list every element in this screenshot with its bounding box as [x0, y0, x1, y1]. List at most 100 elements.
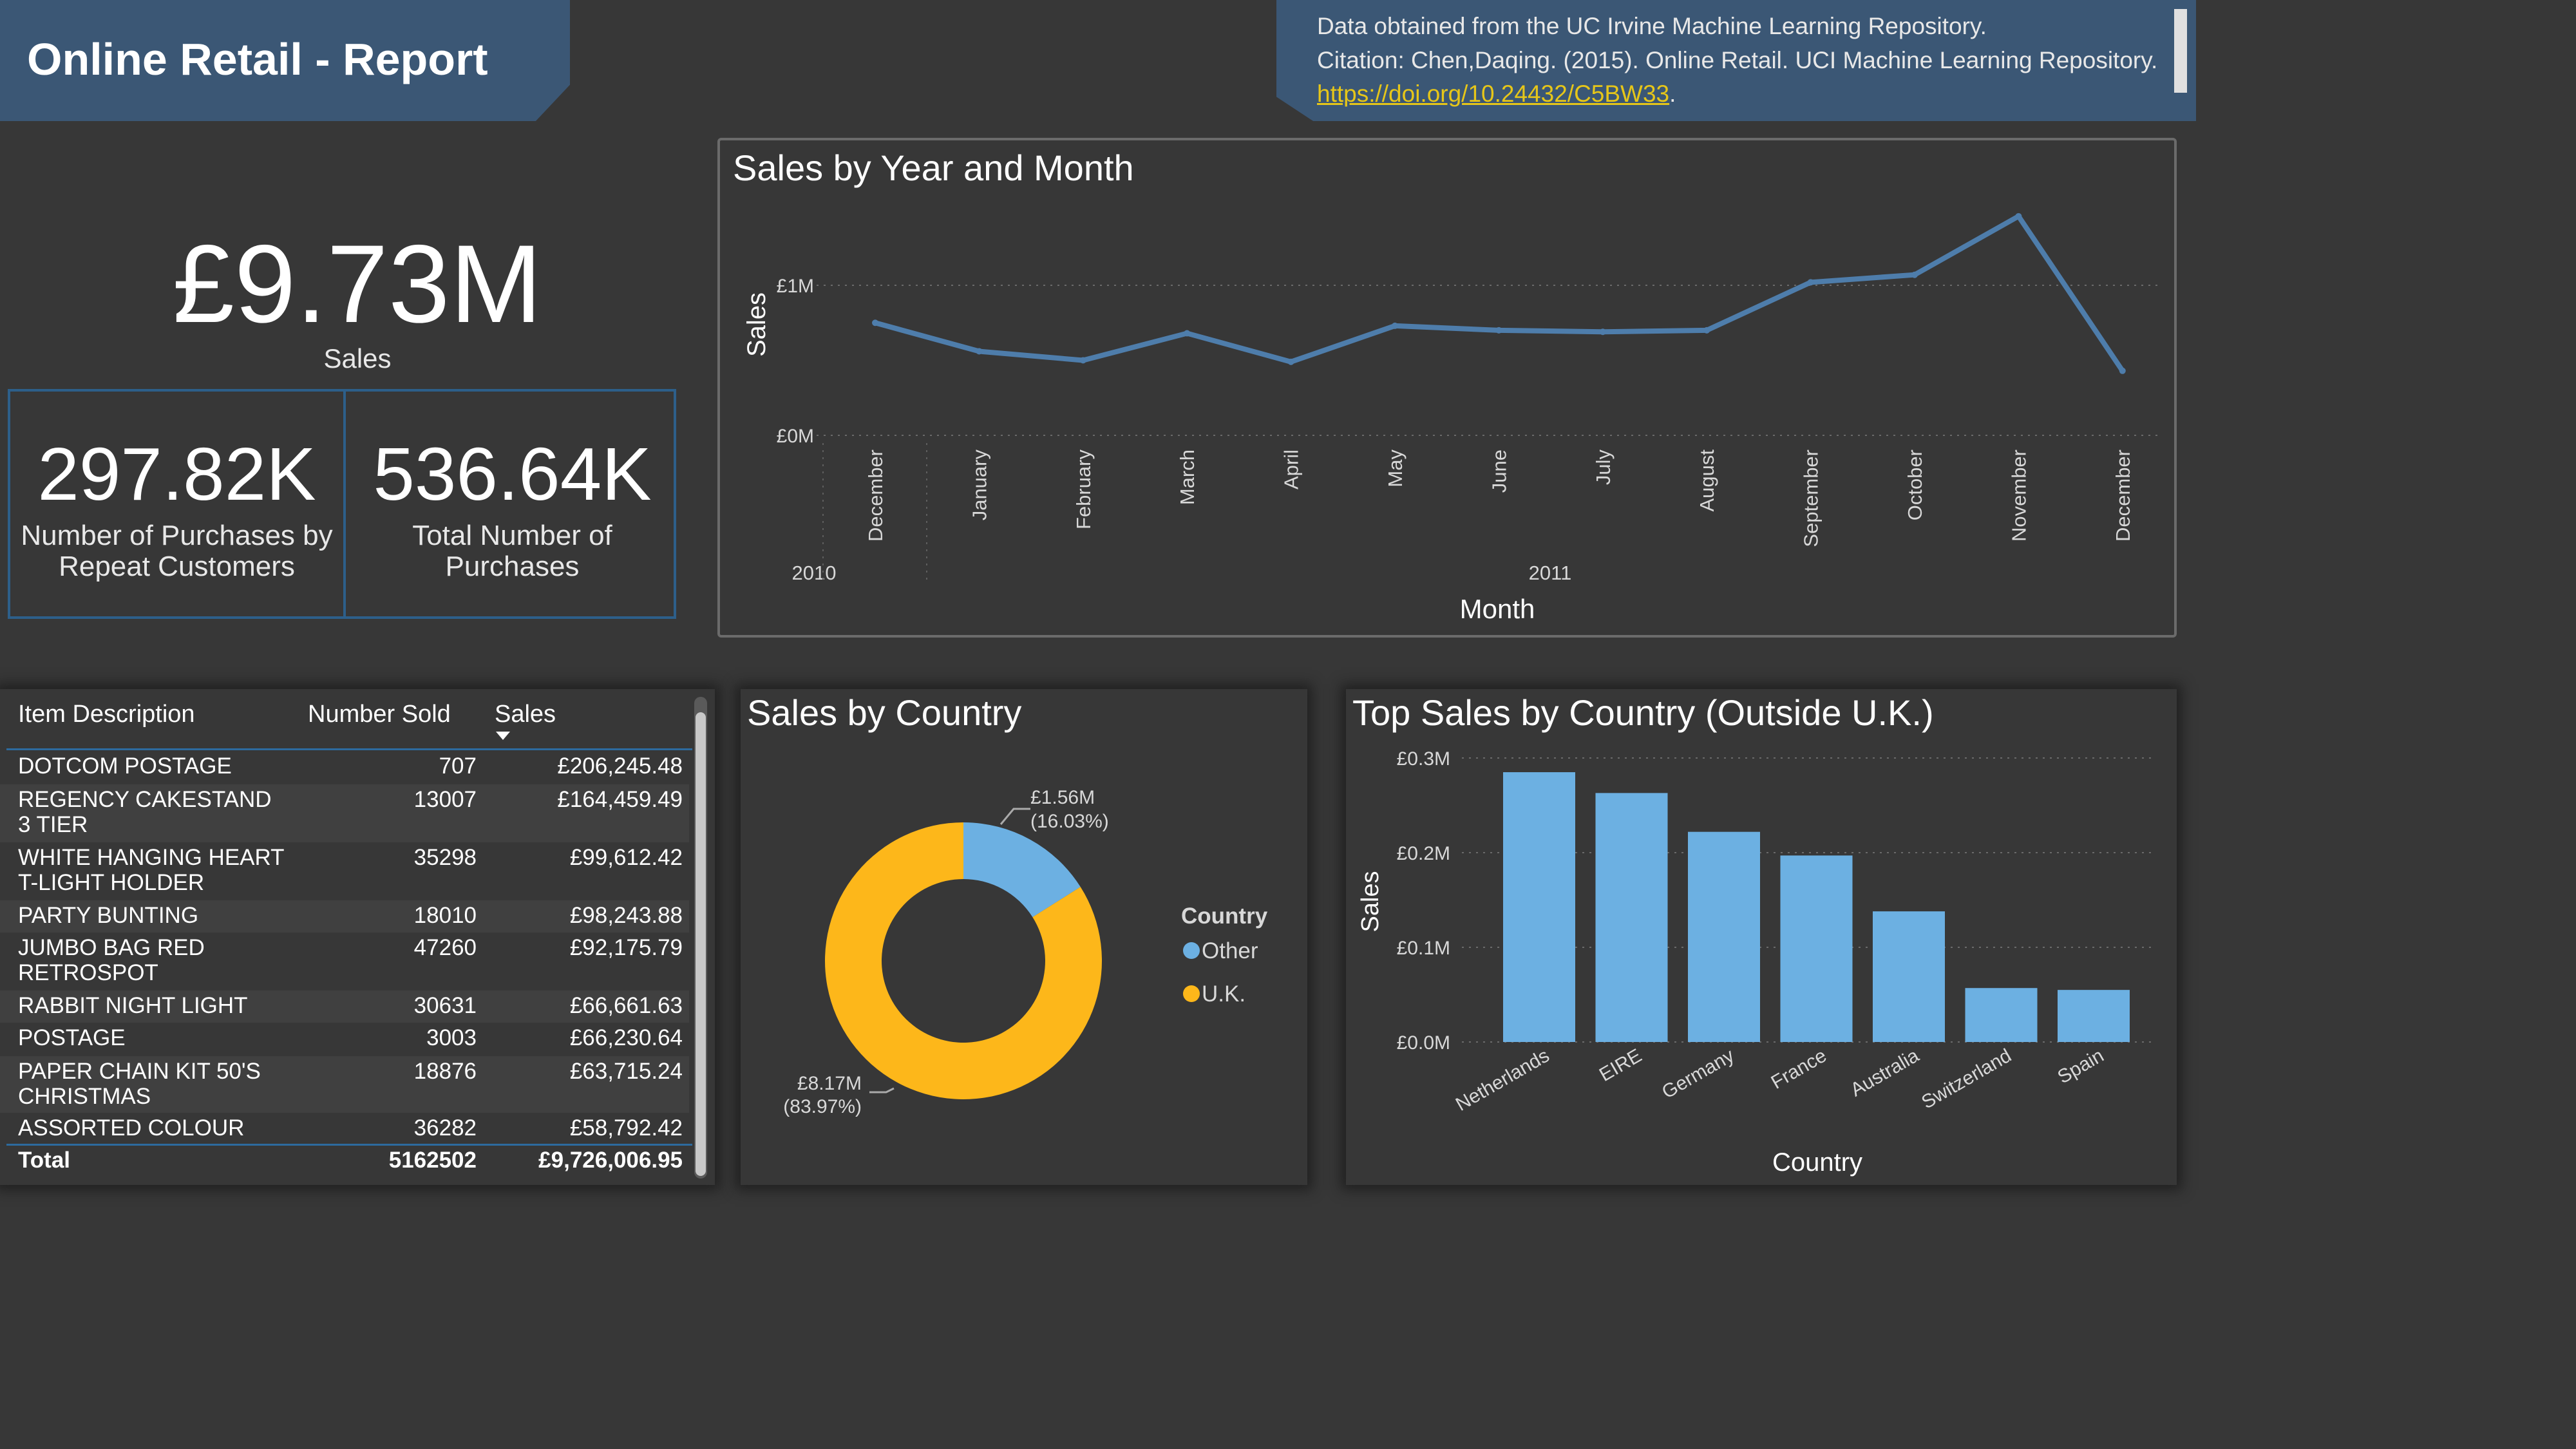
bar[interactable] — [2058, 990, 2130, 1042]
table-row[interactable]: PAPER CHAIN KIT 50'S CHRISTMAS 18876 £63,71… — [0, 1056, 689, 1113]
other-leader-line — [999, 808, 1030, 825]
line-point[interactable] — [1184, 330, 1191, 337]
repeat-purchases-value: 297.82K — [37, 432, 316, 516]
legend-uk-swatch[interactable] — [1183, 985, 1200, 1002]
line-point[interactable] — [1495, 327, 1502, 334]
line-chart-y-label: Sales — [743, 292, 771, 357]
item-sales: £63,715.24 — [569, 1059, 683, 1084]
line-point[interactable] — [2015, 213, 2022, 220]
legend-uk-label[interactable]: U.K. — [1202, 981, 1245, 1007]
citation-link[interactable]: https://doi.org/10.24432/C5BW33 — [1317, 80, 1669, 107]
line-chart-x-tick: July — [1592, 450, 1615, 486]
number-sold: 13007 — [413, 787, 477, 812]
table-scrollbar-thumb[interactable] — [696, 712, 706, 1176]
table-row[interactable]: WHITE HANGING HEART T-LIGHT HOLDER 35298 £9… — [0, 842, 689, 900]
item-description-line-2: RETROSPOT — [18, 960, 158, 985]
bar[interactable] — [1595, 793, 1668, 1042]
year-label-2010: 2010 — [792, 562, 837, 584]
table-row[interactable]: REGENCY CAKESTAND 3 TIER 13007 £164,459.49 — [0, 784, 689, 842]
line-point[interactable] — [1599, 328, 1606, 336]
sales-label: Sales — [323, 343, 392, 374]
table-row[interactable]: JUMBO BAG RED RETROSPOT 47260 £92,175.79 — [0, 933, 689, 990]
bar[interactable] — [1965, 988, 2038, 1042]
bar[interactable] — [1503, 772, 1575, 1042]
table-row[interactable]: PARTY BUNTING 18010 £98,243.88 — [0, 900, 689, 933]
line-chart-x-tick: January — [968, 450, 990, 521]
line-point[interactable] — [1079, 357, 1086, 364]
table-row[interactable]: RABBIT NIGHT LIGHT 30631 £66,661.63 — [0, 990, 689, 1023]
table-row[interactable]: POSTAGE 3003 £66,230.64 — [0, 1023, 689, 1056]
line-chart-x-tick: August — [1696, 450, 1718, 512]
bar-chart-y-tick: £0.2M — [1397, 843, 1450, 864]
line-chart-x-tick: November — [2007, 450, 2030, 542]
item-description-line-1: ASSORTED COLOUR — [18, 1115, 245, 1141]
line-chart-x-tick: September — [1800, 450, 1823, 547]
item-description: RABBIT NIGHT LIGHT — [18, 993, 321, 1018]
bar-chart-x-tick: Netherlands — [1452, 1045, 1553, 1115]
item-sales: £92,175.79 — [569, 935, 683, 960]
sales-value: £9.73M — [173, 222, 542, 346]
number-sold: 36282 — [413, 1115, 477, 1141]
bar-chart-x-tick: Germany — [1658, 1045, 1738, 1103]
total-separator — [6, 1144, 692, 1146]
column-header-sales[interactable]: Sales — [495, 701, 556, 728]
header-underline — [6, 748, 692, 750]
column-header-description[interactable]: Item Description — [18, 701, 195, 728]
citation-banner: Data obtained from the UC Irvine Machine… — [1276, 0, 2196, 121]
total-sold: 5162502 — [388, 1148, 477, 1173]
number-sold: 3003 — [426, 1025, 477, 1050]
sort-descending-icon[interactable] — [496, 732, 510, 740]
line-chart-x-tick: February — [1072, 450, 1095, 530]
top-items-table[interactable]: Item Description Number Sold Sales DOTCO… — [0, 689, 715, 1185]
total-purchases-label-1: Total Number of — [412, 520, 612, 551]
item-description-line-2: CHRISTMAS — [18, 1084, 151, 1109]
uk-leader-line — [869, 1087, 895, 1094]
line-point[interactable] — [1287, 358, 1294, 365]
bar-chart-x-tick: Spain — [2054, 1045, 2108, 1088]
bar[interactable] — [1873, 911, 1945, 1042]
line-chart-panel[interactable]: Sales by Year and Month Sales Month 2010… — [717, 138, 2177, 638]
legend-other-swatch[interactable] — [1183, 942, 1200, 959]
total-sales: £9,726,006.95 — [538, 1148, 683, 1173]
line-chart-x-tick: December — [2112, 450, 2134, 542]
citation-scrollbar[interactable] — [2174, 9, 2187, 93]
table-row[interactable]: DOTCOM POSTAGE 707 £206,245.48 — [0, 751, 689, 784]
line-chart-x-tick: May — [1384, 450, 1406, 488]
item-sales: £164,459.49 — [557, 787, 683, 812]
item-sales: £66,230.64 — [569, 1025, 683, 1050]
line-point[interactable] — [1807, 279, 1814, 286]
line-point[interactable] — [2119, 367, 2126, 374]
column-header-number-sold[interactable]: Number Sold — [308, 701, 451, 728]
bar-chart: Sales Country £0.0M £0.1M £0.2M £0.3M Nethe… — [1357, 748, 2151, 1177]
bar[interactable] — [1688, 831, 1760, 1042]
line-point[interactable] — [1703, 327, 1710, 334]
uk-pct-label: (83.97%) — [783, 1096, 862, 1117]
item-description-line-2: 3 TIER — [18, 812, 88, 837]
bar[interactable] — [1780, 855, 1853, 1042]
repeat-purchases-card: 297.82K Number of Purchases by Repeat Cus… — [10, 437, 343, 582]
repeat-purchases-label-2: Repeat Customers — [59, 551, 295, 582]
item-sales: £99,612.42 — [569, 845, 683, 870]
line-chart-x-label: Month — [1460, 594, 1535, 624]
item-sales: £206,245.48 — [557, 753, 683, 779]
table-row[interactable]: ASSORTED COLOUR 36282 £58,792.42 — [0, 1113, 689, 1144]
number-sold: 35298 — [413, 845, 477, 870]
year-label-2011: 2011 — [1529, 562, 1572, 584]
sales-line-series[interactable] — [873, 213, 2125, 374]
legend-other-label[interactable]: Other — [1202, 938, 1258, 963]
line-point[interactable] — [1911, 271, 1918, 278]
item-description-line-1: REGENCY CAKESTAND — [18, 787, 272, 812]
line-chart-x-tick: June — [1488, 450, 1510, 493]
table-scrollbar-track[interactable] — [694, 697, 707, 1179]
line-point[interactable] — [976, 348, 983, 355]
donut-chart-panel[interactable]: Sales by Country £1.56M (16.03%) £8.17M … — [741, 689, 1307, 1185]
item-description-line-1: PARTY BUNTING — [18, 903, 199, 928]
line-point[interactable] — [872, 319, 878, 327]
item-description-line-1: WHITE HANGING HEART — [18, 845, 285, 870]
item-sales: £98,243.88 — [569, 903, 683, 928]
bar-chart-panel[interactable]: Top Sales by Country (Outside U.K.) Sale… — [1346, 689, 2177, 1185]
line-chart-y-tick: £1M — [777, 276, 814, 297]
line-point[interactable] — [1392, 322, 1398, 329]
other-value-label: £1.56M — [1030, 787, 1095, 808]
line-chart-x-tick: March — [1176, 450, 1198, 505]
